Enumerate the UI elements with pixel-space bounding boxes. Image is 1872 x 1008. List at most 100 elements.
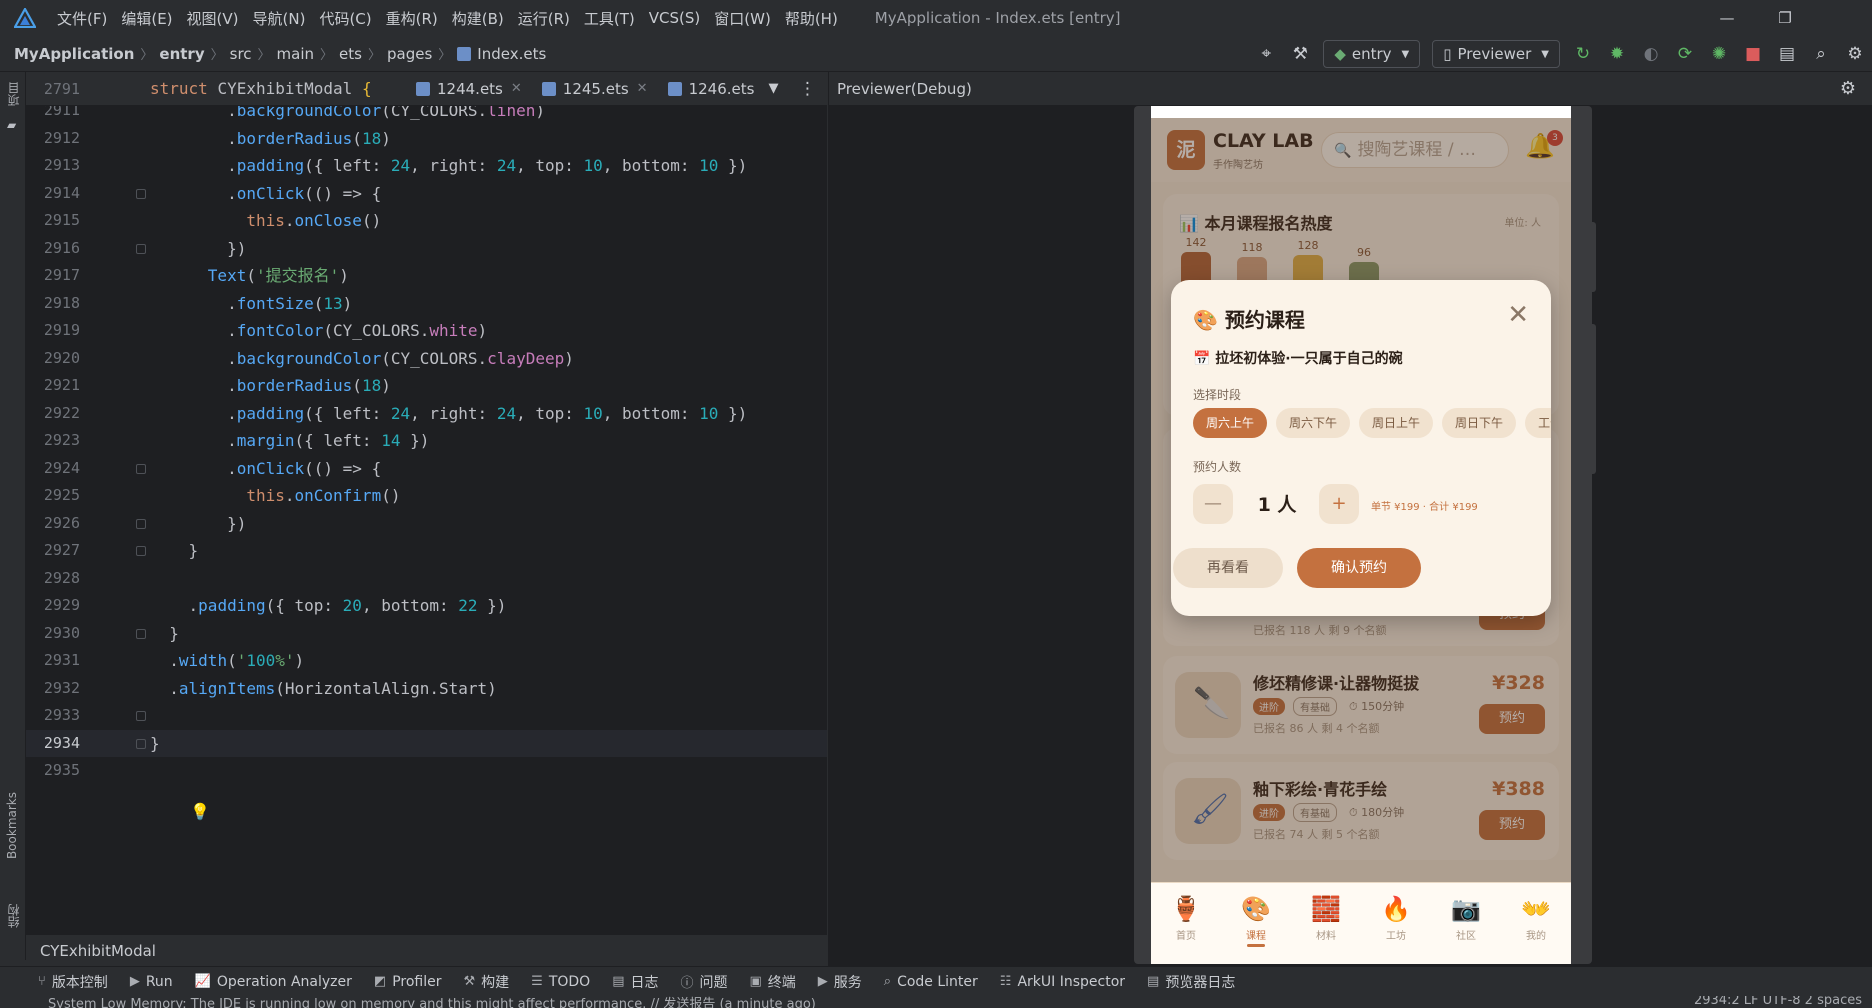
crumb-src[interactable]: src <box>230 45 252 63</box>
run-config-dropdown[interactable]: ◆ entry ▼ <box>1323 40 1421 68</box>
close-icon[interactable]: ✕ <box>637 81 648 96</box>
menu-code[interactable]: 代码(C) <box>312 8 378 29</box>
code-line[interactable]: 2912 .borderRadius(18) <box>26 125 827 153</box>
menu-navigate[interactable]: 导航(N) <box>246 8 313 29</box>
attach-debugger-icon[interactable]: ✺ <box>1704 39 1734 69</box>
settings-icon[interactable]: ⚙ <box>1840 39 1870 69</box>
target-icon[interactable]: ⌖ <box>1251 39 1281 69</box>
code-editor[interactable]: 2911 .backgroundColor(CY_COLORS.linen) 29… <box>26 106 827 934</box>
bookmarks-tool-button[interactable]: Bookmarks <box>5 792 19 859</box>
code-line[interactable]: 2926 }) <box>26 510 827 538</box>
slot-option[interactable]: 周日下午 <box>1442 408 1517 438</box>
crumb-ets[interactable]: ets <box>339 45 362 63</box>
menu-help[interactable]: 帮助(H) <box>778 8 845 29</box>
structure-breadcrumb[interactable]: CYExhibitModal <box>26 934 827 966</box>
tab-1245[interactable]: 1245.ets ✕ <box>532 72 658 106</box>
tool-services[interactable]: ▶ 服务 <box>818 972 862 992</box>
menu-window[interactable]: 窗口(W) <box>707 8 778 29</box>
code-line[interactable]: 2932 .alignItems(HorizontalAlign.Start) <box>26 675 827 703</box>
crumb-pages[interactable]: pages <box>387 45 432 63</box>
code-line[interactable]: 2924 .onClick(() => { <box>26 455 827 483</box>
tab-workshop[interactable]: 🔥 工坊 <box>1366 895 1426 942</box>
more-vertical-icon[interactable]: ⋮ <box>792 74 822 104</box>
tool-build[interactable]: ⚒ 构建 <box>464 972 510 992</box>
tool-previewer-log[interactable]: ▤ 预览器日志 <box>1147 972 1235 992</box>
close-icon[interactable]: ✕ <box>511 81 522 96</box>
tool-run[interactable]: ▶ Run <box>130 974 173 990</box>
confirm-button[interactable]: 确认预约 <box>1297 548 1421 588</box>
tool-profiler[interactable]: ◩ Profiler <box>374 974 442 990</box>
hammer-icon[interactable]: ⚒ <box>1285 39 1315 69</box>
crumb-file[interactable]: Index.ets <box>477 45 546 63</box>
code-line[interactable]: 2915 this.onClose() <box>26 207 827 235</box>
minimize-button[interactable]: — <box>1698 9 1756 27</box>
code-line[interactable]: 2920 .backgroundColor(CY_COLORS.clayDeep… <box>26 345 827 373</box>
tool-code-linter[interactable]: ⌕ Code Linter <box>884 974 978 990</box>
tool-todo[interactable]: ☰ TODO <box>531 974 590 990</box>
profile-icon[interactable]: ◐ <box>1636 39 1666 69</box>
slot-option[interactable]: 工作日晚 <box>1525 408 1551 438</box>
code-line[interactable]: 2913 .padding({ left: 24, right: 24, top… <box>26 152 827 180</box>
code-line[interactable]: 2923 .margin({ left: 14 }) <box>26 427 827 455</box>
tool-operation-analyzer[interactable]: 📈 Operation Analyzer <box>195 974 352 990</box>
fold-marker-icon[interactable] <box>136 738 146 749</box>
search-icon[interactable]: ⌕ <box>1806 39 1836 69</box>
structure-tool-button[interactable]: 结构 <box>5 904 22 928</box>
code-line[interactable]: 2922 .padding({ left: 24, right: 24, top… <box>26 400 827 428</box>
slot-option[interactable]: 周日上午 <box>1359 408 1434 438</box>
tab-1246[interactable]: 1246.ets <box>658 72 757 106</box>
tool-terminal[interactable]: ▣ 终端 <box>750 972 796 992</box>
code-line[interactable]: 2929 .padding({ top: 20, bottom: 22 }) <box>26 592 827 620</box>
tab-courses[interactable]: 🎨 课程 <box>1226 895 1286 947</box>
close-icon[interactable]: ✕ <box>1507 302 1529 328</box>
tab-home[interactable]: 🏺 首页 <box>1156 895 1216 942</box>
debug-icon[interactable]: ✹ <box>1602 39 1632 69</box>
code-line[interactable]: 2919 .fontColor(CY_COLORS.white) <box>26 317 827 345</box>
tab-materials[interactable]: 🧱 材料 <box>1296 895 1356 942</box>
device-manager-icon[interactable]: ▤ <box>1772 39 1802 69</box>
code-line[interactable]: 2921 .borderRadius(18) <box>26 372 827 400</box>
menu-view[interactable]: 视图(V) <box>180 8 246 29</box>
increment-button[interactable]: + <box>1319 484 1359 524</box>
fold-marker-icon[interactable] <box>136 188 146 199</box>
cancel-button[interactable]: 再看看 <box>1173 548 1283 588</box>
tab-profile[interactable]: 👐 我的 <box>1506 895 1566 942</box>
chevron-down-icon[interactable]: ▼ <box>758 74 788 104</box>
menu-build[interactable]: 构建(B) <box>445 8 511 29</box>
intention-bulb-icon[interactable]: 💡 <box>190 802 210 821</box>
code-line[interactable]: 2933 <box>26 702 827 730</box>
tool-arkui-inspector[interactable]: ☷ ArkUI Inspector <box>1000 974 1125 990</box>
code-line[interactable]: 2930 } <box>26 620 827 648</box>
slot-option[interactable]: 周六下午 <box>1276 408 1351 438</box>
code-line[interactable]: 2928 <box>26 565 827 593</box>
code-line[interactable]: 2934} <box>26 729 827 757</box>
device-screen[interactable]: 泥 CLAY LAB 手作陶艺坊 🔍 搜陶艺课程 / … 🔔 3 📊 本月课程报名… <box>1151 106 1571 964</box>
fold-marker-icon[interactable] <box>136 711 146 721</box>
menu-vcs[interactable]: VCS(S) <box>642 9 707 27</box>
tab-community[interactable]: 📷 社区 <box>1436 895 1496 942</box>
code-line[interactable]: 2918 .fontSize(13) <box>26 290 827 318</box>
slot-option[interactable]: 周六上午 <box>1193 408 1268 438</box>
fold-marker-icon[interactable] <box>136 628 146 639</box>
stop-icon[interactable]: ■ <box>1738 39 1768 69</box>
crumb-project[interactable]: MyApplication <box>14 45 134 63</box>
apply-changes-icon[interactable]: ⟳ <box>1670 39 1700 69</box>
rerun-icon[interactable]: ↻ <box>1568 39 1598 69</box>
project-tool-button[interactable]: 项目 <box>5 82 22 106</box>
fold-marker-icon[interactable] <box>136 463 146 474</box>
caret-position[interactable]: 2934:2 LF UTF-8 2 spaces <box>1694 996 1862 1008</box>
tab-1244[interactable]: 1244.ets ✕ <box>406 72 532 106</box>
code-line[interactable]: 2935 <box>26 757 827 785</box>
menu-file[interactable]: 文件(F) <box>50 8 114 29</box>
menu-edit[interactable]: 编辑(E) <box>114 8 179 29</box>
tool-problems[interactable]: ⓘ 问题 <box>680 972 727 992</box>
gear-icon[interactable]: ⚙ <box>1840 72 1856 106</box>
code-line[interactable]: 2917 Text('提交报名') <box>26 262 827 290</box>
menu-refactor[interactable]: 重构(R) <box>379 8 445 29</box>
tool-log[interactable]: ▤ 日志 <box>612 972 658 992</box>
fold-marker-icon[interactable] <box>136 518 146 529</box>
code-line[interactable]: 2925 this.onConfirm() <box>26 482 827 510</box>
code-line[interactable]: 2914 .onClick(() => { <box>26 180 827 208</box>
crumb-main[interactable]: main <box>277 45 314 63</box>
restore-button[interactable]: ❐ <box>1756 9 1814 27</box>
